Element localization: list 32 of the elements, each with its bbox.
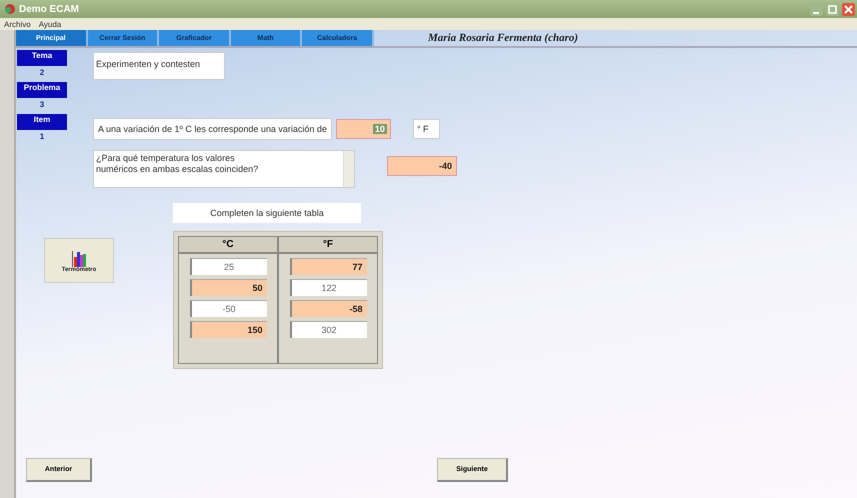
user-name: Maria Rosaria Fermenta (charo): [428, 32, 578, 44]
table-caption: Completen la siguiente tabla: [173, 203, 361, 223]
table-field[interactable]: 25: [190, 258, 266, 275]
menu-item[interactable]: Archivo: [4, 20, 31, 28]
instruction-text: Experimenten y contesten: [93, 52, 226, 80]
table-field[interactable]: -58: [290, 300, 366, 317]
question-text: A una variación de 1º C les corresponde una variación de: [93, 118, 332, 140]
table-field[interactable]: 302: [290, 321, 366, 338]
menu-item[interactable]: Ayuda: [38, 20, 62, 28]
table-field[interactable]: 50: [190, 279, 266, 296]
maximize-icon[interactable]: [826, 2, 839, 16]
column-header: °C: [179, 237, 277, 254]
window-title: Demo ECAM: [19, 4, 80, 14]
answer-field[interactable]: -40: [387, 156, 457, 176]
sidebar-label: Item: [17, 114, 67, 130]
close-icon[interactable]: [842, 2, 855, 16]
table-field[interactable]: 122: [290, 279, 366, 296]
scrollbar-icon: [343, 151, 354, 187]
minimize-icon[interactable]: [810, 2, 823, 16]
table-field[interactable]: 77: [290, 258, 366, 275]
sidebar-value: 2: [40, 67, 44, 79]
app-icon: [4, 3, 16, 15]
column-header: °F: [279, 237, 377, 254]
sidebar-value: 1: [40, 131, 44, 143]
sidebar-label: Problema: [17, 82, 67, 98]
unit-label: ° F: [412, 119, 440, 139]
sidebar-label: Tema: [17, 50, 67, 66]
table-field[interactable]: 150: [190, 321, 266, 338]
question-text: ¿Para qué temperatura los valores numéricos en ambas escalas coinciden?: [95, 152, 260, 176]
bar-chart-icon: [71, 248, 87, 266]
sidebar-value: 3: [40, 99, 44, 111]
table-field[interactable]: -50: [190, 300, 266, 317]
